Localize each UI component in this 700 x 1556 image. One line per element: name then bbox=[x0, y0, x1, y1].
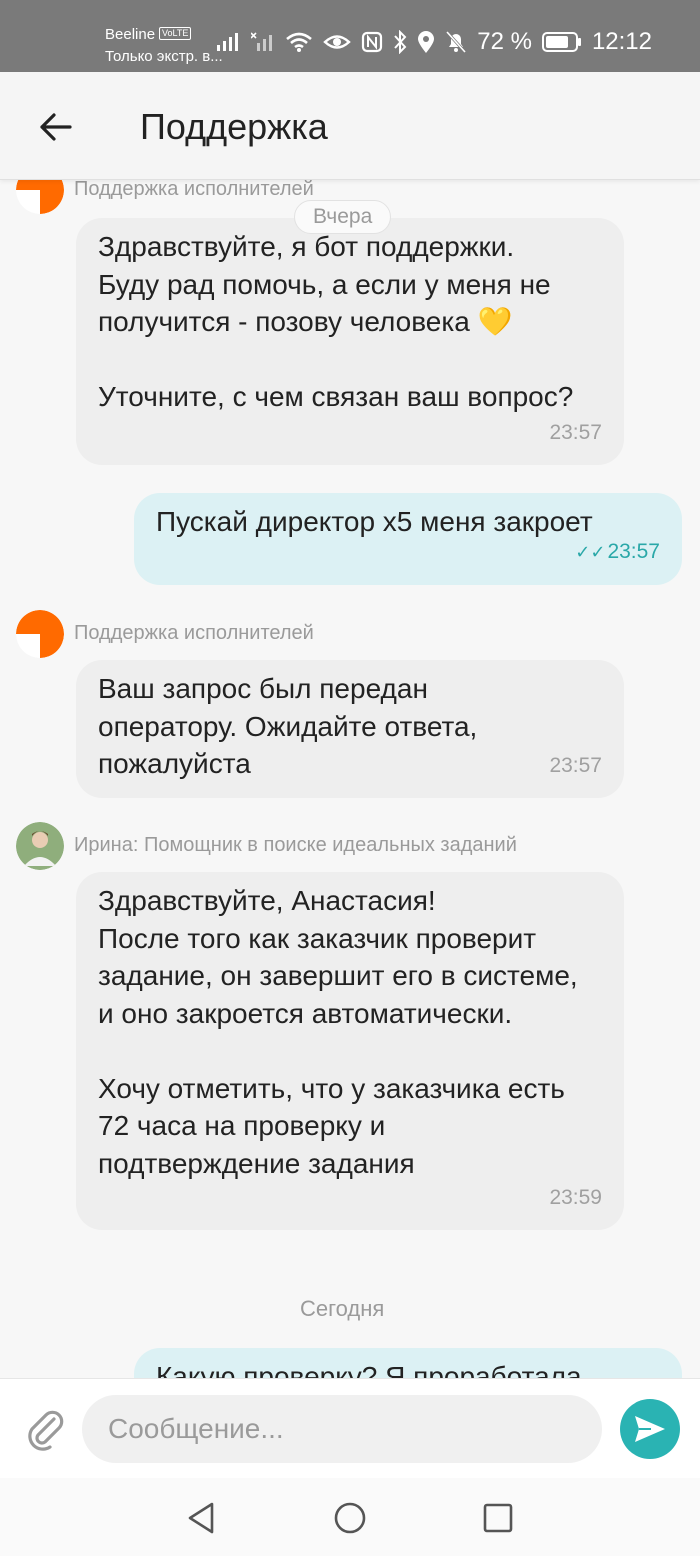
support-logo-icon bbox=[16, 180, 64, 214]
read-checks-icon: ✓✓ bbox=[575, 541, 606, 562]
message-time: 23:57 bbox=[549, 420, 602, 444]
page-title: Поддержка bbox=[140, 106, 328, 147]
triangle-back-icon bbox=[188, 1502, 214, 1534]
carrier-name: Beeline bbox=[105, 26, 156, 43]
support-avatar[interactable] bbox=[16, 180, 64, 214]
message-time-status: ✓✓23:57 bbox=[575, 533, 660, 572]
circle-home-icon bbox=[334, 1502, 366, 1534]
message-sender: Поддержка исполнителей bbox=[74, 180, 314, 200]
carrier-info: Beeline VoLTE Только экстр. в... bbox=[105, 24, 223, 68]
paperclip-icon bbox=[28, 1410, 64, 1451]
message-sender: Ирина: Помощник в поиске идеальных задан… bbox=[74, 834, 517, 856]
message-time: 23:57 bbox=[549, 753, 602, 777]
support-avatar[interactable] bbox=[16, 610, 64, 658]
chat-area[interactable]: Поддержка исполнителей Вчера Здравствуйт… bbox=[0, 180, 700, 1378]
message-bubble[interactable]: Ваш запрос был передан оператору. Ожидай… bbox=[76, 660, 624, 798]
back-button[interactable] bbox=[30, 102, 80, 152]
eye-icon bbox=[323, 35, 352, 49]
date-separator-yesterday: Вчера bbox=[294, 200, 392, 234]
user-photo-icon bbox=[16, 822, 64, 870]
message-bubble[interactable]: Здравствуйте, Анастасия! После того как … bbox=[76, 872, 624, 1230]
send-icon bbox=[635, 1416, 665, 1442]
support-logo-icon bbox=[16, 610, 64, 658]
send-button[interactable] bbox=[620, 1399, 680, 1459]
message-input[interactable] bbox=[82, 1395, 602, 1463]
nav-recents-button[interactable] bbox=[478, 1498, 518, 1538]
bluetooth-icon bbox=[394, 30, 407, 54]
square-recents-icon bbox=[483, 1503, 513, 1533]
volte-badge: VoLTE bbox=[159, 27, 192, 40]
operator-avatar[interactable] bbox=[16, 822, 64, 870]
system-nav-bar bbox=[0, 1478, 700, 1556]
nfc-icon bbox=[362, 31, 383, 53]
location-icon bbox=[418, 31, 435, 53]
message-text: Какую проверку? Я проработала bbox=[156, 1361, 582, 1378]
message-time: 23:59 bbox=[549, 1185, 602, 1209]
signal-x-icon bbox=[251, 32, 273, 51]
wifi-icon bbox=[286, 32, 313, 52]
nav-home-button[interactable] bbox=[330, 1498, 370, 1538]
signal-icon bbox=[217, 33, 239, 51]
bell-off-icon bbox=[446, 30, 467, 54]
message-composer bbox=[0, 1378, 700, 1478]
app-header: Поддержка bbox=[0, 72, 700, 180]
status-bar: Beeline VoLTE Только экстр. в... 72 % 12:… bbox=[0, 0, 700, 72]
battery-icon bbox=[541, 32, 581, 52]
attach-button[interactable] bbox=[26, 1407, 66, 1451]
nav-back-button[interactable] bbox=[182, 1498, 222, 1538]
message-bubble[interactable]: Здравствуйте, я бот поддержки. Буду рад … bbox=[76, 218, 624, 465]
carrier-subtext: Только экстр. в... bbox=[105, 48, 223, 65]
date-separator-today: Сегодня bbox=[300, 1296, 385, 1321]
status-icons: 72 % 12:12 bbox=[217, 28, 652, 56]
message-sender: Поддержка исполнителей bbox=[74, 622, 314, 644]
outgoing-message-bubble[interactable]: Пускай директор х5 меня закроет ✓✓23:57 bbox=[134, 493, 682, 585]
outgoing-message-bubble[interactable]: Какую проверку? Я проработала bbox=[134, 1348, 682, 1378]
message-text: Ваш запрос был передан оператору. Ожидай… bbox=[98, 673, 478, 779]
message-time: 23:57 bbox=[607, 539, 660, 563]
message-text: Здравствуйте, Анастасия! После того как … bbox=[98, 885, 578, 1179]
message-text: Здравствуйте, я бот поддержки. Буду рад … bbox=[98, 231, 574, 412]
arrow-left-icon bbox=[40, 113, 72, 141]
clock: 12:12 bbox=[591, 28, 652, 55]
battery-percent: 72 % bbox=[477, 28, 532, 55]
